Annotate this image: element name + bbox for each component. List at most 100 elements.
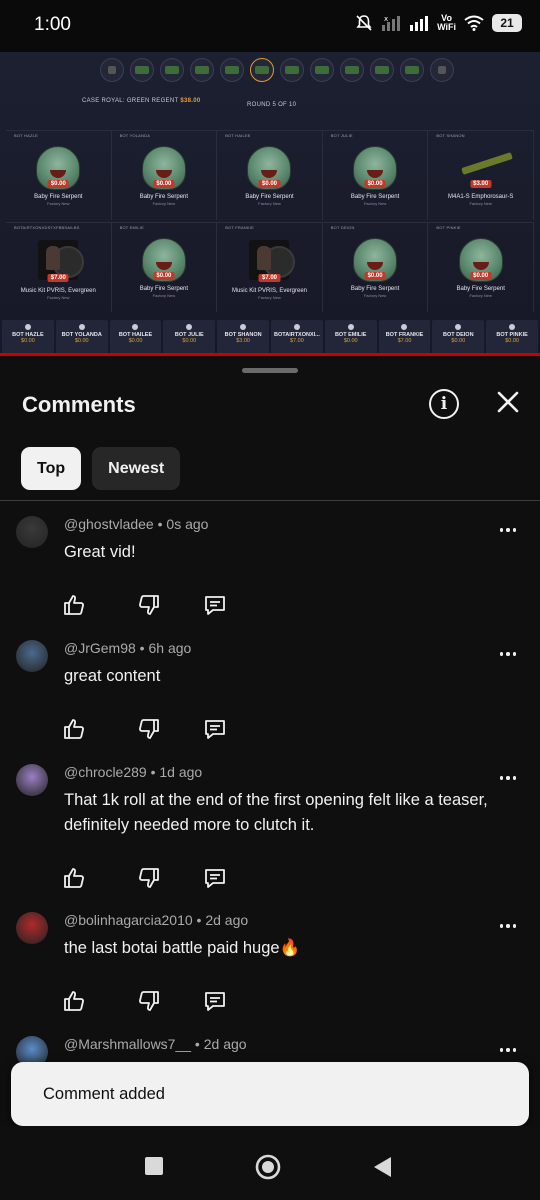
- item-price: $3.00: [470, 180, 492, 188]
- item-name: M4A1-S Emphorosaur-S: [448, 194, 514, 200]
- thumb-down-icon[interactable]: [137, 989, 161, 1013]
- thumb-up-icon[interactable]: [62, 717, 86, 741]
- slot-player: BOT DEION: [330, 225, 355, 230]
- more-vertical-icon[interactable]: [496, 768, 520, 788]
- slot-player: BOT HAILEE: [225, 133, 251, 138]
- drag-handle[interactable]: [242, 368, 298, 373]
- thumb-up-icon[interactable]: [62, 866, 86, 890]
- slot-player: BOT EMILIE: [119, 225, 144, 230]
- bot-avatar: [132, 324, 139, 330]
- item-art: $0.00: [141, 146, 186, 190]
- avatar[interactable]: [16, 640, 48, 672]
- bot-totals: BOT HAZLE $0.00 BOT YOLANDA $0.00 BOT HAILEE…: [0, 320, 540, 356]
- slot-player: BOT FRANKIE: [225, 225, 254, 230]
- info-icon[interactable]: i: [429, 389, 459, 419]
- item-name: Baby Fire Serpent: [456, 286, 505, 292]
- thumb-down-icon[interactable]: [137, 866, 161, 890]
- battle-slot: BOT EMILIE $0.00 Baby Fire Serpent Factory …: [111, 222, 218, 312]
- battle-slot: BOT HAILEE $0.00 Baby Fire Serpent Factory …: [217, 130, 323, 220]
- battle-row-2: BOTAIRTXONXDSTXFBBSAILBS $7.00 Music Kit P…: [6, 222, 534, 312]
- more-vertical-icon[interactable]: [496, 520, 520, 540]
- comment-author[interactable]: @JrGem98: [64, 640, 136, 656]
- item-name: Baby Fire Serpent: [139, 286, 189, 292]
- item-condition: Factory New: [152, 201, 176, 206]
- reply-icon[interactable]: [203, 866, 227, 890]
- system-nav-bar: [0, 1126, 540, 1200]
- square-icon[interactable]: [144, 1156, 164, 1176]
- round-text: ROUND 5 OF 10: [247, 102, 297, 108]
- item-condition: Factory New: [363, 201, 387, 206]
- comment-actions: [62, 989, 242, 1015]
- item-condition: Factory New: [47, 295, 70, 300]
- case-label: CASE: [82, 98, 100, 104]
- item-art: $7.00: [247, 240, 296, 284]
- video-player[interactable]: CASE ROYAL: GREEN REGENT $38.00 ROUND 5 …: [0, 52, 540, 356]
- battle-slot: BOT JULIE $0.00 Baby Fire Serpent Factory N…: [322, 130, 429, 220]
- thumb-up-icon[interactable]: [62, 593, 86, 617]
- comment-author[interactable]: @Marshmallows7__: [64, 1036, 191, 1052]
- item-condition: Factory New: [152, 293, 176, 298]
- more-vertical-icon[interactable]: [496, 1040, 520, 1060]
- bot-total: BOT JULIE $0.00: [163, 320, 216, 356]
- item-condition: Factory New: [258, 201, 281, 206]
- bot-total: BOT HAZLE $0.00: [2, 320, 54, 356]
- triangle-back-icon[interactable]: [372, 1156, 392, 1178]
- bot-total: BOT PINKIE $0.00: [486, 320, 538, 356]
- divider: [0, 500, 540, 501]
- comment-meta: @JrGem98 • 6h ago: [64, 640, 191, 656]
- item-price: $0.00: [364, 180, 386, 188]
- bot-avatar: [186, 324, 193, 330]
- case-thumb: [220, 58, 244, 82]
- case-thumb: [400, 58, 424, 82]
- comment-text: the last botai battle paid huge🔥: [64, 939, 301, 957]
- bot-total: BOT HAILEE $0.00: [109, 320, 162, 356]
- item-price: $7.00: [258, 274, 280, 282]
- slot-player: BOT SHANON: [436, 133, 465, 138]
- svg-text:x: x: [384, 15, 388, 23]
- bot-value: $0.00: [74, 338, 89, 344]
- tab-newest[interactable]: Newest: [92, 447, 181, 490]
- item-condition: Factory New: [469, 293, 492, 298]
- bot-total: BOT SHANON $3.00: [217, 320, 269, 356]
- more-vertical-icon[interactable]: [496, 916, 520, 936]
- item-condition: Factory New: [469, 201, 492, 206]
- bot-value: $0.00: [343, 338, 358, 344]
- comment-time: 1d ago: [159, 764, 203, 780]
- bot-avatar: [240, 324, 247, 330]
- more-vertical-icon[interactable]: [496, 644, 520, 664]
- thumb-down-icon[interactable]: [137, 717, 161, 741]
- avatar[interactable]: [16, 764, 48, 796]
- circle-icon[interactable]: [255, 1154, 281, 1180]
- battle-row-1: BOT HAZLE $0.00 Baby Fire Serpent Factory N…: [6, 130, 534, 220]
- mute-vibrate-icon: [356, 15, 372, 31]
- slot-player: BOT HAZLE: [14, 133, 38, 138]
- comment-author[interactable]: @chrocle289: [64, 764, 147, 780]
- battle-slot: BOT DEION $0.00 Baby Fire Serpent Factory N…: [322, 222, 429, 312]
- comment-meta: @bolinhagarcia2010 • 2d ago: [64, 912, 248, 928]
- thumb-up-icon[interactable]: [62, 989, 86, 1013]
- close-icon[interactable]: [494, 388, 522, 416]
- reply-icon[interactable]: [203, 989, 227, 1013]
- comment-text: Great vid!: [64, 543, 136, 561]
- comment-author[interactable]: @ghostvladee: [64, 516, 154, 532]
- status-icons: x Vo WiFi 21: [355, 14, 522, 32]
- bot-value: $3.00: [236, 338, 250, 344]
- comment-time: 6h ago: [148, 640, 192, 656]
- case-thumb-active: [250, 58, 274, 82]
- item-art: $0.00: [353, 238, 398, 282]
- item-price: $0.00: [258, 180, 280, 188]
- tab-top[interactable]: Top: [21, 447, 82, 490]
- comment-meta: @chrocle289 • 1d ago: [64, 764, 202, 780]
- avatar[interactable]: [16, 516, 48, 548]
- thumb-down-icon[interactable]: [137, 593, 161, 617]
- reply-icon[interactable]: [203, 593, 227, 617]
- avatar[interactable]: [16, 912, 48, 944]
- battle-slot: BOT SHANON $3.00 M4A1-S Emphorosaur-S Facto…: [428, 130, 534, 220]
- wifi-icon: [464, 15, 484, 31]
- item-price: $0.00: [153, 272, 175, 280]
- slot-player: BOT YOLANDA: [119, 133, 151, 138]
- item-price: $0.00: [470, 272, 492, 280]
- reply-icon[interactable]: [203, 717, 227, 741]
- comment-author[interactable]: @bolinhagarcia2010: [64, 912, 193, 928]
- signal-x-icon: x: [382, 15, 401, 31]
